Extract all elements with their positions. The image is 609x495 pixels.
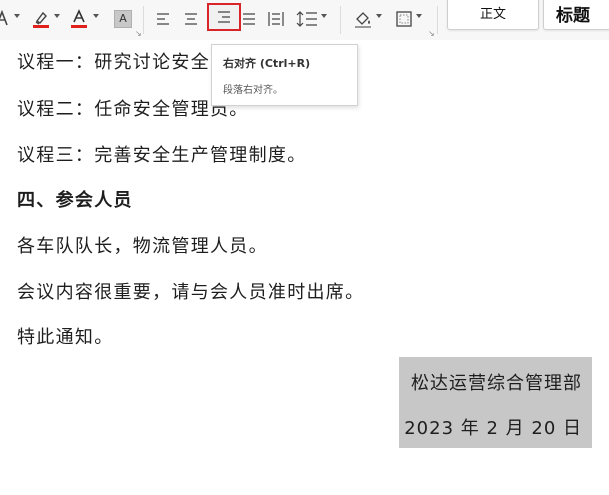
character-shading-icon: A — [114, 10, 132, 28]
borders-button[interactable] — [393, 7, 415, 31]
align-left-icon — [157, 13, 169, 25]
paragraph-settings-launcher-icon[interactable]: ↘ — [135, 29, 142, 38]
document-paragraph[interactable]: 各车队队长，物流管理人员。 — [17, 232, 268, 258]
align-center-button[interactable] — [180, 7, 202, 31]
highlight-color-swatch — [33, 25, 49, 28]
document-paragraph[interactable]: 特此通知。 — [17, 323, 114, 349]
highlight-color-button[interactable] — [30, 7, 52, 31]
paragraph-settings-launcher-icon[interactable]: ↘ — [428, 29, 435, 38]
tooltip-title: 右对齐 (Ctrl+R) — [223, 57, 311, 70]
toolbar-separator — [340, 6, 341, 34]
chevron-down-icon[interactable] — [54, 14, 60, 18]
chevron-down-icon[interactable] — [376, 14, 382, 18]
signature-line[interactable]: 松达运营综合管理部 — [399, 369, 582, 395]
toolbar-separator — [437, 6, 438, 34]
justify-icon — [243, 13, 255, 25]
text-effects-icon — [0, 10, 8, 26]
highlighter-icon — [33, 11, 49, 28]
section-heading[interactable]: 四、参会人员 — [17, 186, 133, 212]
font-effects-button[interactable] — [0, 7, 10, 31]
document-paragraph[interactable]: 议程三：完善安全生产管理制度。 — [17, 141, 307, 167]
style-heading-button[interactable]: 标题 — [543, 0, 609, 30]
date-line[interactable]: 2023 年 2 月 20 日 — [399, 414, 582, 440]
document-paragraph[interactable]: 议程一：研究讨论安全 — [17, 48, 210, 74]
paint-bucket-icon — [355, 12, 371, 28]
toolbar-separator — [143, 6, 144, 34]
align-right-icon — [218, 11, 230, 23]
distributed-align-icon — [268, 12, 284, 26]
chevron-down-icon[interactable] — [93, 14, 99, 18]
font-color-swatch — [71, 25, 87, 28]
line-spacing-button[interactable] — [295, 7, 319, 31]
align-right-button[interactable] — [207, 3, 241, 31]
style-normal-label: 正文 — [479, 7, 506, 22]
ribbon-toolbar: A ↘ ↘ 正文 标题 — [0, 0, 609, 41]
distributed-align-button[interactable] — [265, 7, 287, 31]
font-color-icon — [71, 9, 87, 28]
character-shading-label: A — [119, 12, 127, 25]
line-spacing-icon — [296, 11, 317, 27]
document-paragraph[interactable]: 会议内容很重要，请与会人员准时出席。 — [17, 278, 364, 304]
border-icon — [396, 11, 412, 27]
tooltip-description: 段落右对齐。 — [223, 85, 283, 96]
style-heading-label: 标题 — [556, 6, 590, 26]
justify-button[interactable] — [238, 7, 260, 31]
style-normal-button[interactable]: 正文 — [447, 0, 539, 30]
align-center-icon — [185, 13, 197, 25]
align-right-tooltip: 右对齐 (Ctrl+R) 段落右对齐。 — [211, 44, 358, 106]
chevron-down-icon[interactable] — [416, 14, 422, 18]
paragraph-shading-button[interactable] — [352, 7, 374, 31]
font-color-button[interactable] — [68, 7, 90, 31]
align-left-button[interactable] — [152, 7, 174, 31]
character-shading-button[interactable]: A — [113, 7, 133, 31]
chevron-down-icon[interactable] — [14, 14, 20, 18]
chevron-down-icon[interactable] — [321, 14, 327, 18]
